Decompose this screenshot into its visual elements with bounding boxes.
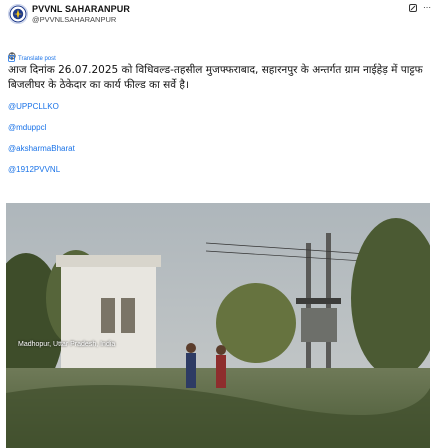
mention-list: @UPPCLLKO @mduppcl @aksharmaBharat @1912… bbox=[8, 100, 75, 184]
mention-link[interactable]: @aksharmaBharat bbox=[8, 142, 75, 155]
photo-location-label: Madhopur, Uttar Pradesh, India bbox=[18, 341, 116, 348]
author-name[interactable]: PVVNL SAHARANPUR bbox=[32, 4, 130, 14]
photo-scene bbox=[6, 203, 430, 448]
translate-icon bbox=[8, 55, 15, 62]
header-actions: ⋯ bbox=[408, 3, 432, 13]
grok-icon[interactable] bbox=[408, 3, 418, 13]
post-body: आज दिनांक 26.07.2025 को विधिवल्ड-तहसील म… bbox=[8, 64, 423, 91]
translate-post-link[interactable]: Translate post bbox=[8, 55, 56, 62]
post-header: PVVNL SAHARANPUR @PVVNLSAHARANPUR ⋯ bbox=[0, 0, 438, 24]
mention-link[interactable]: @1912PVVNL bbox=[8, 163, 75, 176]
author-avatar[interactable] bbox=[8, 4, 28, 24]
author-handle[interactable]: @PVVNLSAHARANPUR bbox=[32, 15, 116, 24]
logo-avatar-icon bbox=[9, 5, 27, 23]
post-photo[interactable]: Madhopur, Uttar Pradesh, India bbox=[6, 203, 430, 448]
mention-link[interactable]: @mduppcl bbox=[8, 121, 75, 134]
more-icon[interactable]: ⋯ bbox=[422, 3, 432, 13]
mention-link[interactable]: @UPPCLLKO bbox=[8, 100, 75, 113]
language-icon bbox=[8, 47, 16, 60]
translate-label: Translate post bbox=[18, 55, 56, 62]
